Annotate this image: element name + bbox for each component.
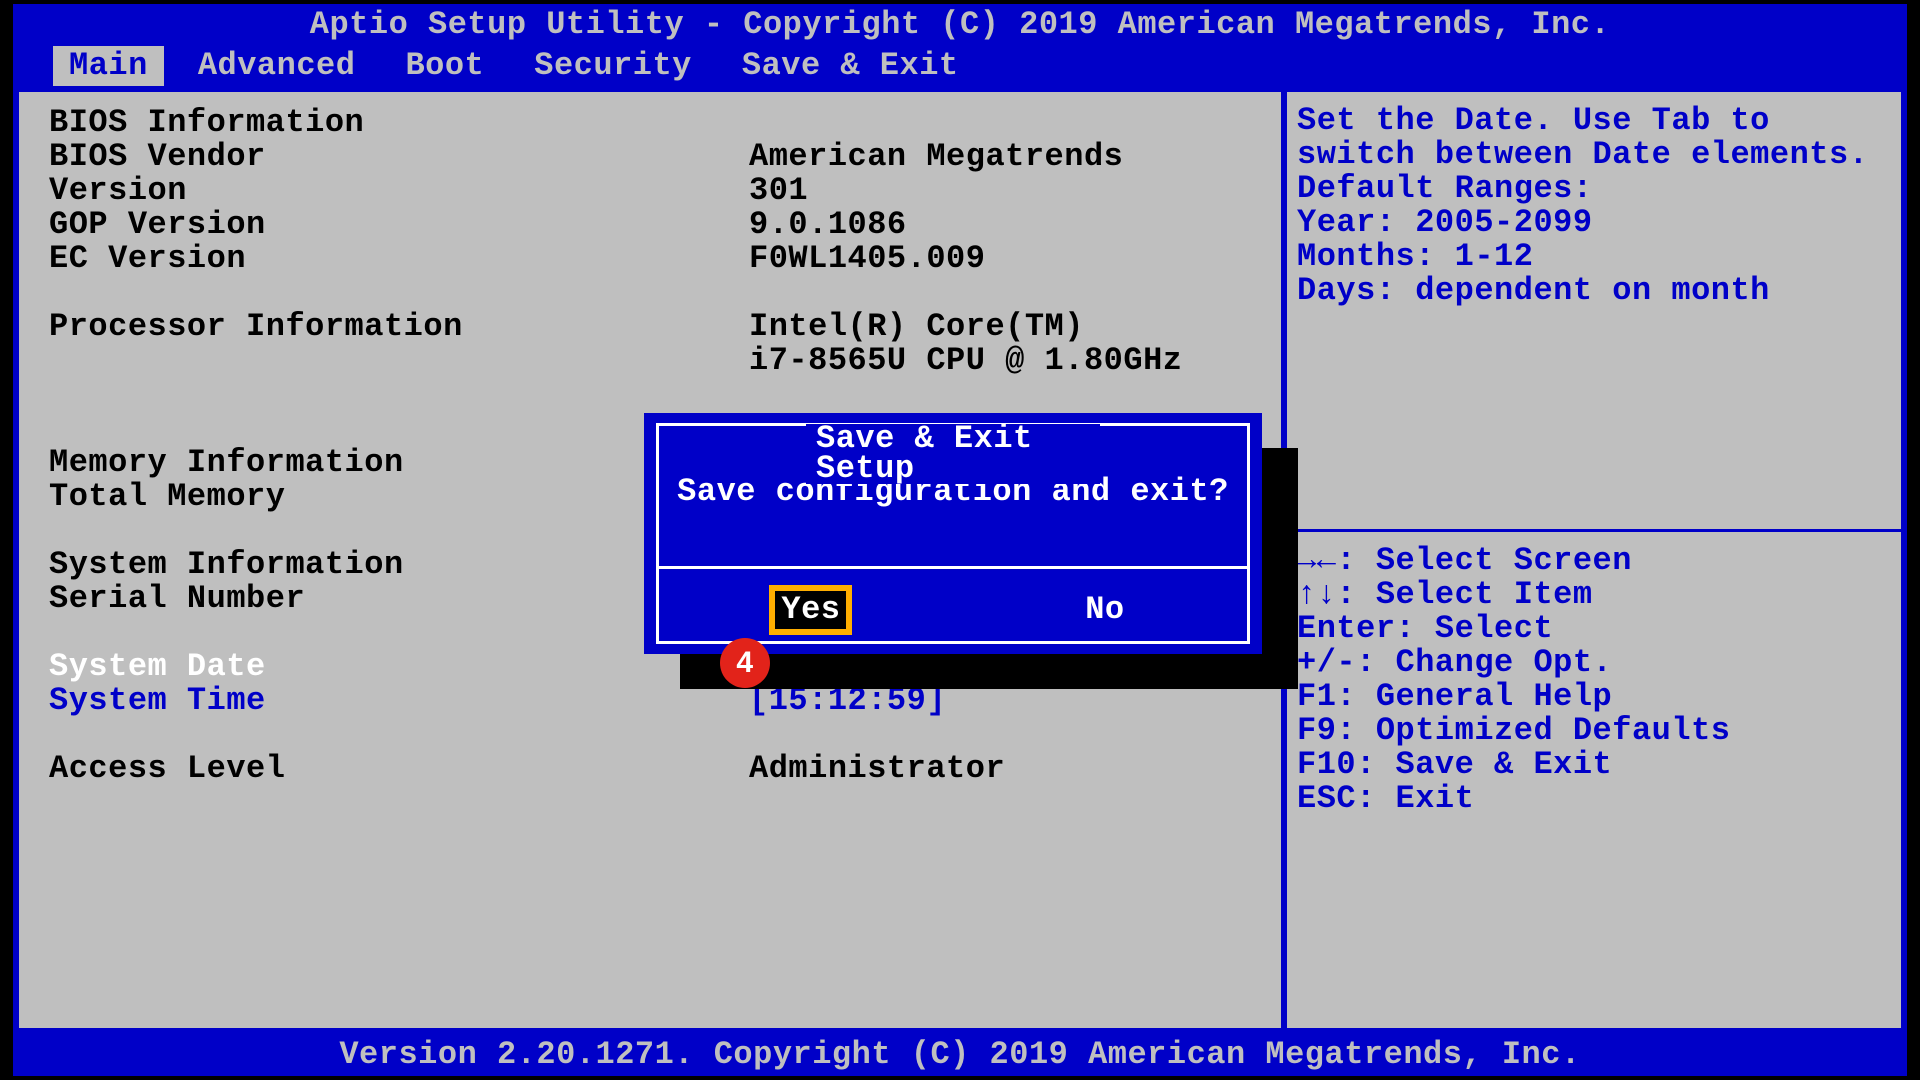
help-line: Default Ranges: (1297, 172, 1891, 206)
tab-row: Main Advanced Boot Security Save & Exit (13, 46, 1907, 86)
spacer (49, 276, 1251, 310)
dialog-frame: Save & Exit Setup Save configuration and… (656, 423, 1250, 644)
lbl-system-time: System Time (49, 684, 749, 718)
key-hints: →←: Select Screen ↑↓: Select Item Enter:… (1287, 532, 1901, 828)
val-version: 301 (749, 174, 808, 208)
help-line: Set the Date. Use Tab to (1297, 104, 1891, 138)
row-access-level: Access LevelAdministrator (49, 752, 1251, 786)
help-line: switch between Date elements. (1297, 138, 1891, 172)
save-exit-dialog: Save & Exit Setup Save configuration and… (644, 413, 1262, 654)
dialog-button-row: Yes No (659, 591, 1247, 629)
bios-info-header: BIOS Information (49, 106, 1251, 140)
bios-screen: Aptio Setup Utility - Copyright (C) 2019… (0, 0, 1920, 1080)
key-hint-select-item: ↑↓: Select Item (1297, 578, 1891, 612)
tab-main[interactable]: Main (53, 46, 164, 86)
dialog-separator (659, 566, 1247, 569)
help-text: Set the Date. Use Tab to switch between … (1287, 92, 1901, 532)
tab-save-exit[interactable]: Save & Exit (726, 46, 975, 86)
val-proc-line2: i7-8565U CPU @ 1.80GHz (749, 344, 1182, 378)
key-hint-change-opt: +/-: Change Opt. (1297, 646, 1891, 680)
dialog-title: Save & Exit Setup (806, 424, 1100, 484)
bios-info-header-label: BIOS Information (49, 106, 749, 140)
tab-advanced[interactable]: Advanced (182, 46, 372, 86)
key-hint-f10: F10: Save & Exit (1297, 748, 1891, 782)
val-system-time: [15:12:59] (749, 684, 946, 718)
lbl-system-date: System Date (49, 650, 749, 684)
lbl-bios-vendor: BIOS Vendor (49, 140, 749, 174)
dialog-yes-button[interactable]: Yes (775, 591, 846, 629)
spacer (49, 378, 1251, 412)
row-version: Version301 (49, 174, 1251, 208)
key-hint-f1: F1: General Help (1297, 680, 1891, 714)
annotation-badge-4: 4 (720, 638, 770, 688)
lbl-processor-info: Processor Information (49, 310, 749, 344)
help-line: Days: dependent on month (1297, 274, 1891, 308)
key-hint-f9: F9: Optimized Defaults (1297, 714, 1891, 748)
val-access-level: Administrator (749, 752, 1005, 786)
row-processor-line2: i7-8565U CPU @ 1.80GHz (49, 344, 1251, 378)
key-hint-esc: ESC: Exit (1297, 782, 1891, 816)
row-ec-version: EC VersionF0WL1405.009 (49, 242, 1251, 276)
tab-boot[interactable]: Boot (389, 46, 500, 86)
footer-bar: Version 2.20.1271. Copyright (C) 2019 Am… (13, 1034, 1907, 1076)
key-hint-select-screen: →←: Select Screen (1297, 544, 1891, 578)
val-gop-version: 9.0.1086 (749, 208, 907, 242)
row-gop-version: GOP Version9.0.1086 (49, 208, 1251, 242)
help-line: Year: 2005-2099 (1297, 206, 1891, 240)
title-bar: Aptio Setup Utility - Copyright (C) 2019… (13, 4, 1907, 46)
val-bios-vendor: American Megatrends (749, 140, 1123, 174)
row-system-time[interactable]: System Time[15:12:59] (49, 684, 1251, 718)
val-ec-version: F0WL1405.009 (749, 242, 985, 276)
key-hint-enter: Enter: Select (1297, 612, 1891, 646)
lbl-gop-version: GOP Version (49, 208, 749, 242)
spacer (49, 718, 1251, 752)
lbl-ec-version: EC Version (49, 242, 749, 276)
dialog-no-button[interactable]: No (1079, 591, 1130, 629)
lbl-access-level: Access Level (49, 752, 749, 786)
row-processor-info: Processor InformationIntel(R) Core(TM) (49, 310, 1251, 344)
lbl-version: Version (49, 174, 749, 208)
help-line: Months: 1-12 (1297, 240, 1891, 274)
val-proc-line1: Intel(R) Core(TM) (749, 310, 1084, 344)
help-panel: Set the Date. Use Tab to switch between … (1287, 92, 1907, 1034)
tab-security[interactable]: Security (518, 46, 708, 86)
spacer (49, 344, 749, 378)
row-bios-vendor: BIOS VendorAmerican Megatrends (49, 140, 1251, 174)
